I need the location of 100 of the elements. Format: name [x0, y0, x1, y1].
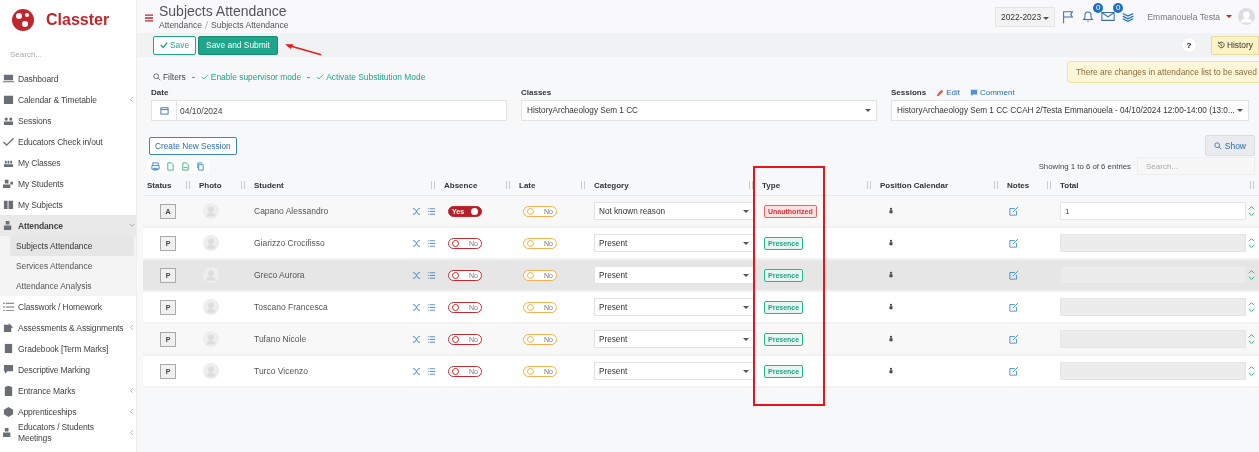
breadcrumb-link[interactable]: Subjects Attendance — [211, 20, 289, 30]
user-name[interactable]: Emmanouela Testa — [1147, 11, 1220, 22]
menu-item[interactable]: My Students — [0, 173, 136, 194]
list-icon[interactable] — [427, 366, 436, 376]
column-header[interactable]: Type — [762, 180, 781, 190]
create-session-button[interactable]: Create New Session — [149, 136, 237, 155]
menu-item[interactable]: Educators Check in/out — [0, 131, 136, 152]
student-name: Tufano Nicole — [254, 334, 308, 344]
spinner-icon[interactable] — [1248, 235, 1255, 251]
classes-dropdown[interactable]: HistoryArchaeology Sem 1 CC — [521, 100, 877, 121]
table-search-field[interactable]: Search... — [1137, 157, 1255, 175]
total-field[interactable] — [1060, 234, 1246, 252]
check-icon — [160, 41, 168, 49]
help-button[interactable]: ? — [1180, 37, 1197, 53]
date-field[interactable]: 04/10/2024 — [151, 100, 507, 121]
notification-badge: 0 — [1092, 2, 1104, 13]
edit-icon[interactable] — [1009, 206, 1019, 216]
column-header[interactable]: Total — [1060, 180, 1079, 190]
category-dropdown[interactable]: Present — [594, 362, 754, 380]
sessions-dropdown[interactable]: HistoryArchaeology Sem 1 CC CCAH 2/Testa Emmanouela - 04/10/2024 12:00-14:00 (13:0... — [891, 100, 1249, 121]
edit-icon[interactable] — [1009, 366, 1019, 376]
list-icon[interactable] — [427, 238, 436, 248]
column-header[interactable]: Photo — [199, 180, 222, 190]
spinner-icon[interactable] — [1248, 331, 1255, 347]
menu-item[interactable]: Classwork / Homework — [0, 296, 136, 317]
search-icon — [1213, 141, 1222, 150]
edit-icon[interactable] — [1009, 270, 1019, 280]
shuffle-icon[interactable] — [412, 206, 421, 216]
total-field[interactable]: 1 — [1060, 202, 1246, 220]
edit-icon[interactable] — [1009, 302, 1019, 312]
total-field[interactable] — [1060, 362, 1246, 380]
category-dropdown[interactable]: Present — [594, 330, 754, 348]
shuffle-icon[interactable] — [412, 238, 421, 248]
avatar-icon — [203, 331, 219, 347]
shuffle-icon[interactable] — [412, 366, 421, 376]
shuffle-icon[interactable] — [412, 302, 421, 312]
edit-link[interactable]: Edit — [936, 88, 960, 97]
search-field[interactable]: Search... — [8, 48, 122, 61]
printer-icon[interactable] — [151, 161, 160, 171]
category-dropdown[interactable]: Not known reason — [594, 202, 754, 220]
chevron-left-icon — [129, 324, 135, 331]
column-header[interactable]: Late — [519, 180, 536, 190]
monitor-icon — [3, 73, 14, 84]
edit-icon[interactable] — [1009, 238, 1019, 248]
notice-banner: There are changes in attendance list to be saved — [1066, 61, 1259, 83]
category-dropdown[interactable]: Present — [594, 234, 754, 252]
sort-icon[interactable] — [748, 181, 754, 189]
column-header[interactable]: Status — [147, 180, 172, 190]
avatar-icon[interactable] — [1238, 8, 1255, 25]
edit-icon — [3, 322, 14, 333]
column-header[interactable]: Absence — [444, 180, 478, 190]
menu-item[interactable]: Assessments & Assignments — [0, 317, 136, 338]
spinner-icon[interactable] — [1248, 267, 1255, 283]
menu-item[interactable]: Attendance — [0, 215, 136, 236]
copy-icon[interactable] — [196, 161, 205, 171]
history-icon — [1216, 41, 1225, 49]
column-header[interactable]: Category — [594, 180, 629, 190]
menu-item[interactable]: Educators / Students Meetings — [0, 422, 136, 443]
file-icon[interactable] — [181, 161, 190, 171]
spinner-icon[interactable] — [1248, 363, 1255, 379]
column-header[interactable]: Student — [254, 180, 284, 190]
year-dropdown[interactable]: 2022-2023 — [995, 6, 1056, 27]
menu-item[interactable]: My Subjects — [0, 194, 136, 215]
menu-item[interactable]: Descriptive Marking — [0, 359, 136, 380]
menu-item[interactable]: Entrance Marks — [0, 380, 136, 401]
list-icon[interactable] — [427, 206, 436, 216]
column-header[interactable]: Position Calendar — [880, 180, 948, 190]
submenu-item[interactable]: Subjects Attendance — [10, 236, 134, 256]
category-dropdown[interactable]: Present — [594, 266, 754, 284]
show-button[interactable]: Show — [1204, 135, 1255, 156]
shuffle-icon[interactable] — [412, 334, 421, 344]
menu-item[interactable]: Apprenticeships — [0, 401, 136, 422]
submenu-item[interactable]: Services Attendance — [10, 256, 134, 276]
column-header[interactable]: Notes — [1007, 180, 1030, 190]
menu-icon[interactable] — [145, 14, 153, 22]
edit-icon[interactable] — [1009, 334, 1019, 344]
filters-label[interactable]: Filters — [153, 72, 186, 82]
menu-item[interactable]: Gradebook [Term Marks] — [0, 338, 136, 359]
menu-item[interactable]: Calendar & Timetable — [0, 89, 136, 110]
menu-item[interactable]: Sessions — [0, 110, 136, 131]
menu-item[interactable]: Dashboard — [0, 68, 136, 89]
spinner-icon[interactable] — [1248, 299, 1255, 315]
search-icon — [153, 73, 161, 81]
spinner-icon[interactable] — [1248, 203, 1255, 219]
caret-icon[interactable] — [1226, 15, 1232, 18]
shuffle-icon[interactable] — [412, 270, 421, 280]
check-icon — [3, 136, 14, 147]
list-icon[interactable] — [427, 302, 436, 312]
file-icon[interactable] — [166, 161, 175, 171]
total-field[interactable] — [1060, 298, 1246, 316]
list-icon[interactable] — [427, 270, 436, 280]
list-icon[interactable] — [427, 334, 436, 344]
menu-item[interactable]: My Classes — [0, 152, 136, 173]
breadcrumb-link[interactable]: Attendance — [159, 20, 202, 30]
submenu-item[interactable]: Attendance Analysis — [10, 276, 134, 296]
history-button[interactable]: History — [1210, 35, 1259, 55]
flag-icon[interactable] — [1061, 9, 1076, 24]
category-dropdown[interactable]: Present — [594, 298, 754, 316]
comment-link[interactable]: Comment — [969, 88, 1015, 97]
bell-icon[interactable] — [1081, 8, 1096, 23]
